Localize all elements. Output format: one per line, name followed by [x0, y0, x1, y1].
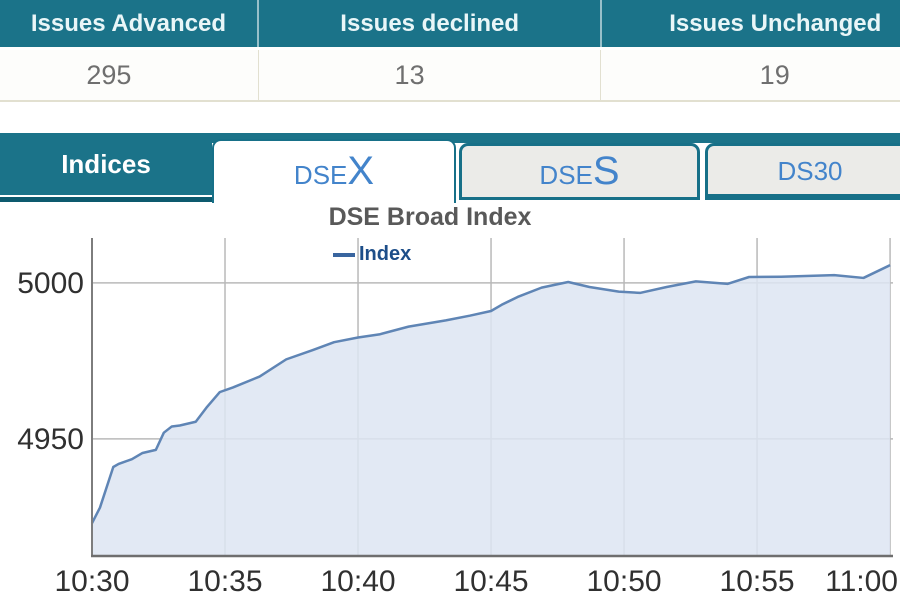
issues-summary-table: Issues Advanced Issues declined Issues U…: [0, 0, 900, 102]
issues-table-header-row: Issues Advanced Issues declined Issues U…: [0, 0, 900, 50]
tab-dsex-label-prefix: DSE: [293, 160, 348, 190]
x-tick-label: 10:55: [720, 565, 795, 598]
chart-plot-area: 10:30 10:35 10:40 10:45 10:50 10:55 11:00 5000 4…: [17, 238, 898, 598]
header-issues-unchanged: Issues Unchanged: [600, 0, 900, 47]
value-issues-declined: 13: [257, 50, 601, 100]
tab-dses-label-prefix: DSE: [539, 160, 593, 190]
x-tick-label: 11:00: [825, 565, 898, 598]
tab-dsex-label-suffix: X: [347, 149, 375, 193]
value-issues-advanced: 295: [86, 59, 132, 90]
x-tick-label: 10:40: [320, 565, 395, 598]
x-tick-label: 10:35: [187, 565, 262, 598]
indices-section-label: Indices: [0, 133, 212, 195]
x-tick-label: 10:50: [587, 565, 662, 598]
issues-table-value-row: 295 13 19: [0, 50, 900, 102]
tab-ds30-label: DS30: [777, 156, 843, 186]
dse-market-panel: Issues Advanced Issues declined Issues U…: [0, 0, 900, 600]
y-tick-label: 5000: [17, 267, 84, 300]
x-tick-label: 10:30: [54, 565, 129, 598]
tab-dses-label-suffix: S: [592, 149, 620, 193]
tab-dsex[interactable]: DSEX: [212, 139, 456, 203]
tab-ds30[interactable]: DS30: [705, 143, 900, 200]
dse-broad-index-chart: DSE Broad Index Index 10:30 10:35 10:40 10:…: [0, 202, 900, 600]
tab-dses[interactable]: DSES: [459, 143, 700, 200]
header-issues-declined: Issues declined: [256, 0, 601, 47]
header-issues-advanced: Issues Advanced: [30, 9, 227, 37]
x-tick-label: 10:45: [453, 565, 528, 598]
y-tick-label: 4950: [17, 423, 84, 456]
value-issues-unchanged: 19: [600, 50, 900, 100]
indices-tabbar: Indices DSEX DSES DS30: [0, 133, 900, 203]
